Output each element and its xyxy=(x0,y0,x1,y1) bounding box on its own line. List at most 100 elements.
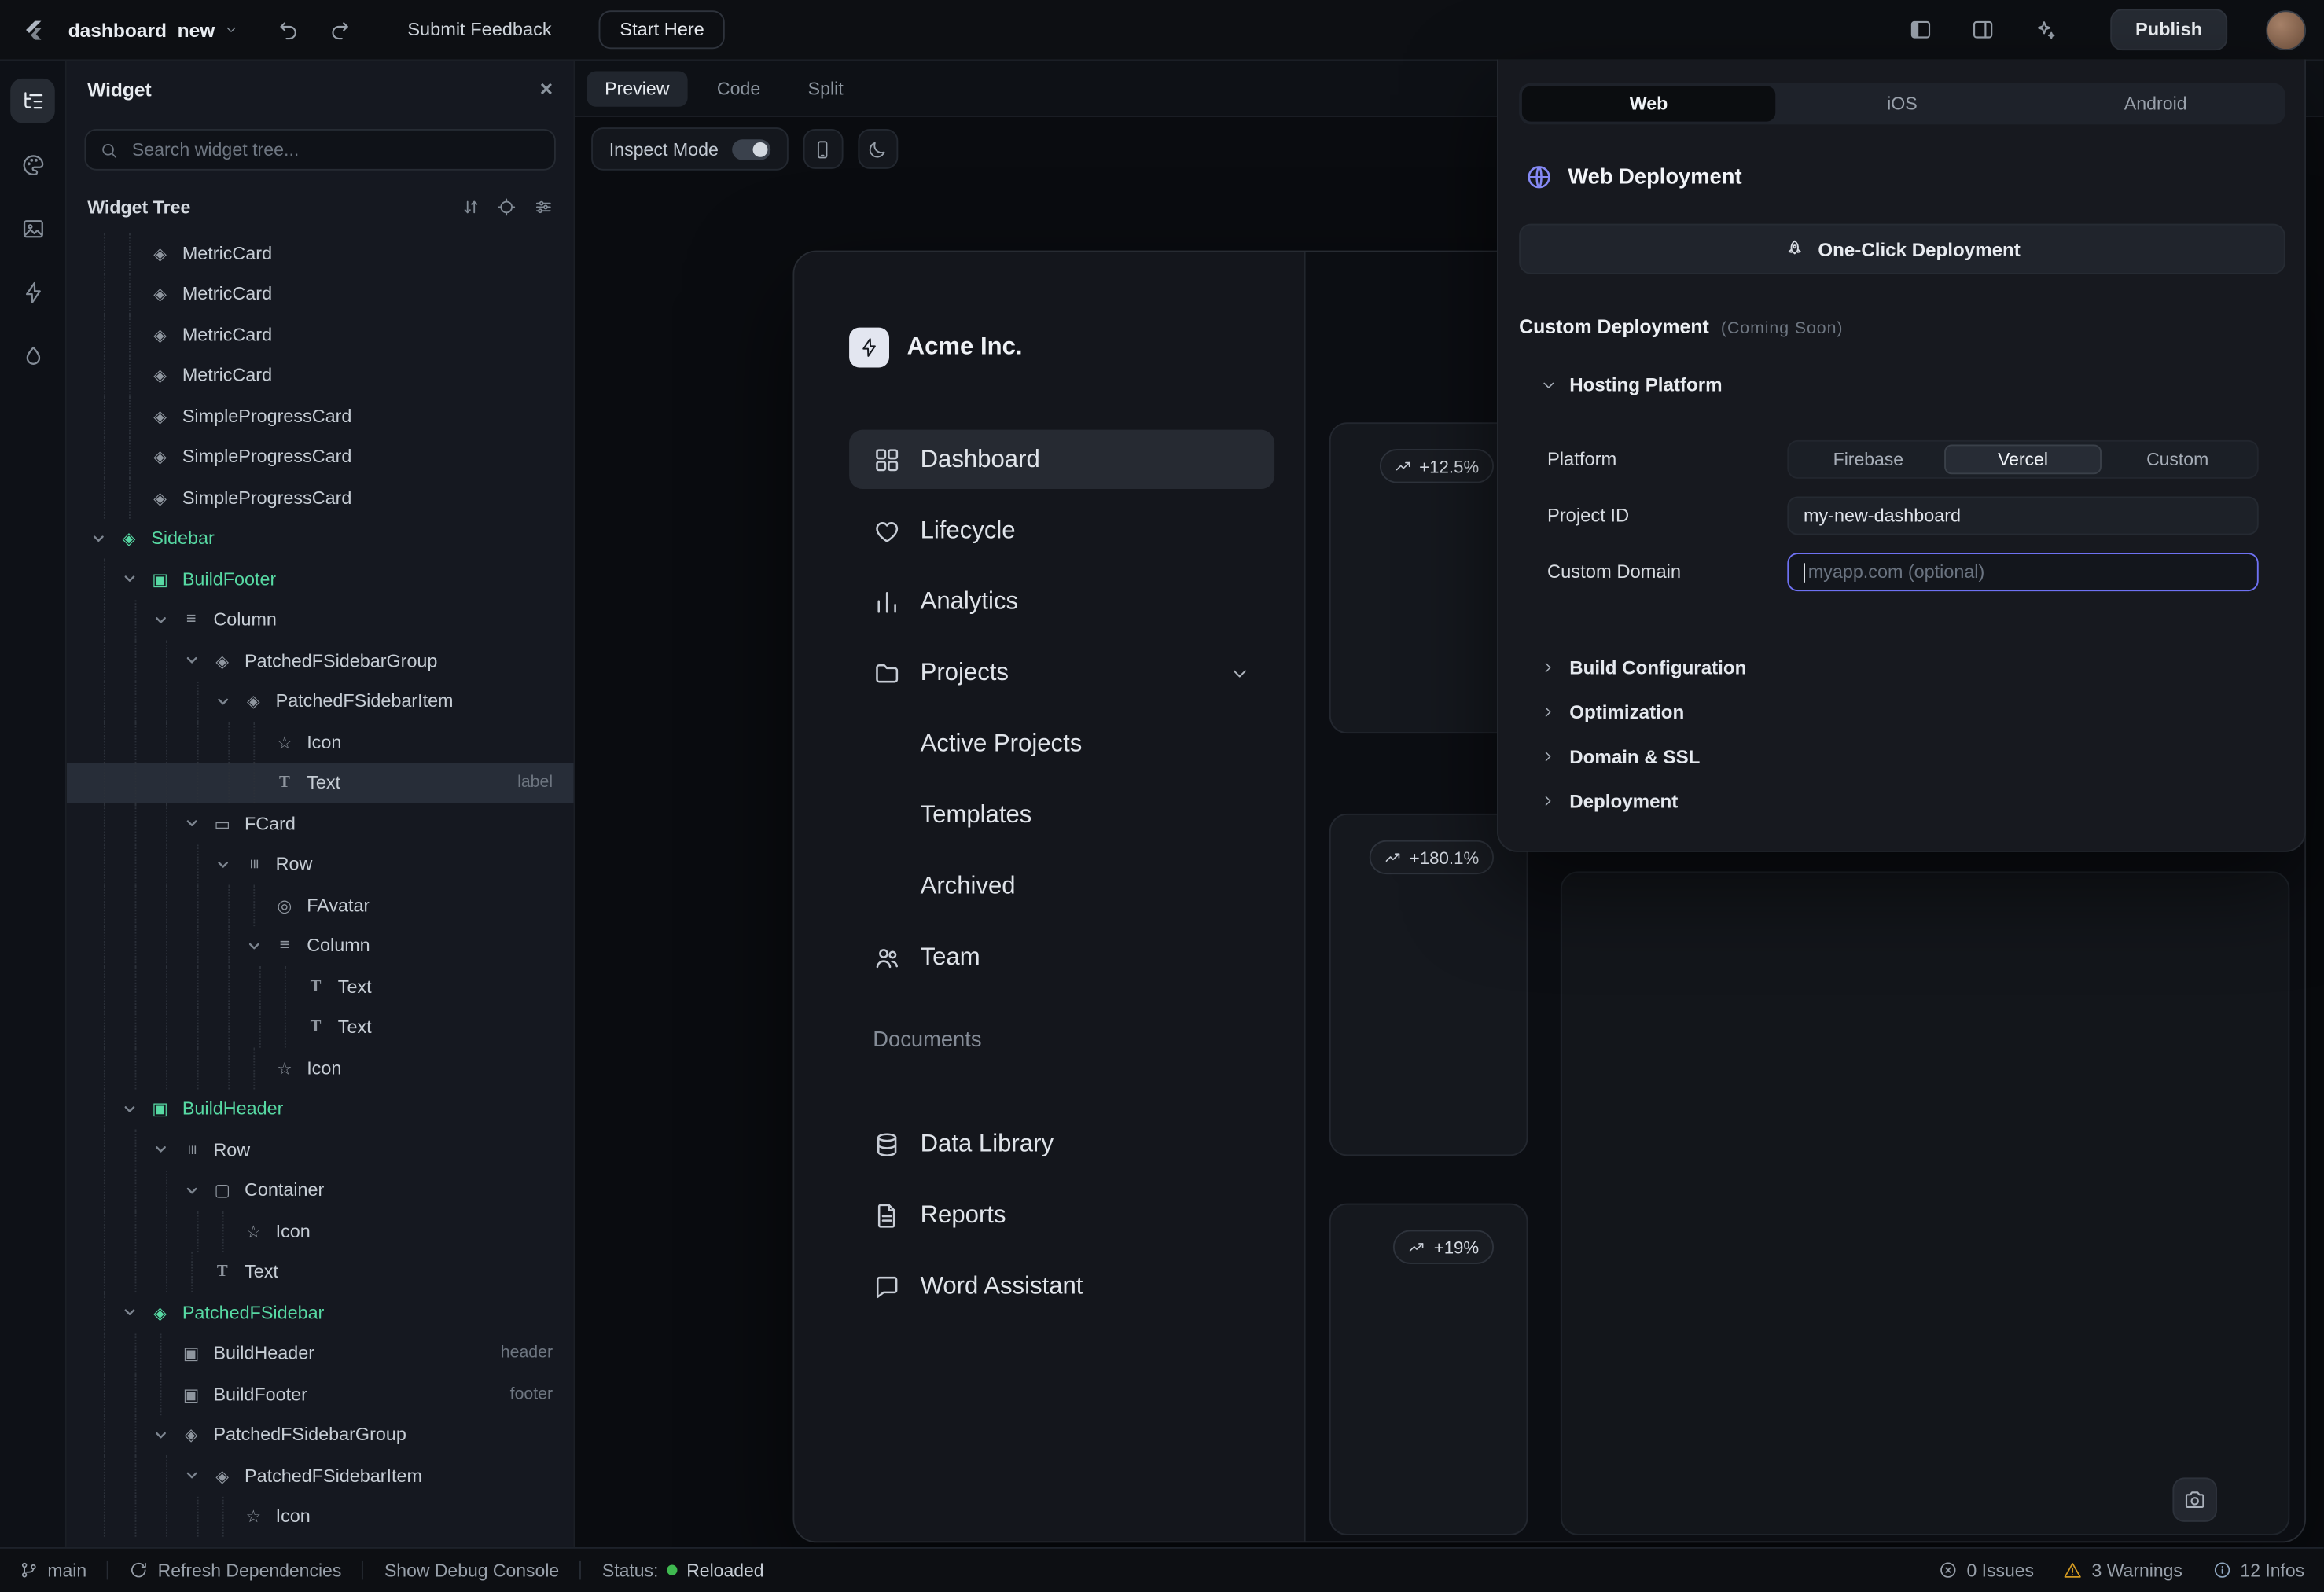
project-selector[interactable]: dashboard_new xyxy=(59,13,247,46)
tree-item-simpleprogresscard[interactable]: ◈SimpleProgressCard xyxy=(67,436,574,477)
tree-item-buildfooter[interactable]: ▣BuildFooterfooter xyxy=(67,1373,574,1414)
search-input[interactable] xyxy=(129,138,541,161)
publish-button[interactable]: Publish xyxy=(2110,9,2227,50)
rail-palette-button[interactable] xyxy=(10,142,55,187)
nav-item-word-assistant[interactable]: Word Assistant xyxy=(849,1256,1274,1315)
issues-counter[interactable]: 0 Issues xyxy=(1939,1560,2034,1580)
nav-item-reports[interactable]: Reports xyxy=(849,1186,1274,1245)
refresh-dependencies-button[interactable]: Refresh Dependencies xyxy=(130,1560,342,1580)
chevron-down-icon[interactable] xyxy=(184,640,211,681)
deploy-section-deployment[interactable]: Deployment xyxy=(1498,778,2304,823)
chevron-down-icon[interactable] xyxy=(215,844,241,885)
tree-item-text[interactable]: TText xyxy=(67,1007,574,1048)
tree-item-icon[interactable]: ☆Icon xyxy=(67,1496,574,1537)
tree-item-text[interactable]: TText xyxy=(67,966,574,1007)
tree-item-icon[interactable]: ☆Icon xyxy=(67,1211,574,1252)
target-icon[interactable] xyxy=(496,197,516,217)
chevron-down-icon[interactable] xyxy=(184,803,211,844)
custom-domain-input[interactable]: myapp.com (optional) xyxy=(1787,553,2258,591)
infos-counter[interactable]: 12 Infos xyxy=(2212,1560,2305,1580)
inspect-mode-toggle[interactable] xyxy=(732,138,770,159)
chevron-down-icon[interactable] xyxy=(90,518,117,559)
tree-item-patchedfsidebaritem[interactable]: ◈PatchedFSidebarItem xyxy=(67,1455,574,1496)
tree-item-row[interactable]: ≡Row xyxy=(67,844,574,885)
tree-item-row[interactable]: ≡Row xyxy=(67,1129,574,1170)
tree-item-fcard[interactable]: ▭FCard xyxy=(67,803,574,844)
one-click-deployment-button[interactable]: One-Click Deployment xyxy=(1519,224,2285,274)
nav-item-team[interactable]: Team xyxy=(849,928,1274,987)
nav-item-projects[interactable]: Projects xyxy=(849,643,1274,702)
deploy-section-build-configuration[interactable]: Build Configuration xyxy=(1498,645,2304,689)
nav-item-analytics[interactable]: Analytics xyxy=(849,572,1274,631)
platform-option-vercel[interactable]: Vercel xyxy=(1945,445,2102,475)
ai-sparkles-button[interactable] xyxy=(2024,9,2066,50)
nav-item-dashboard[interactable]: Dashboard xyxy=(849,430,1274,489)
platform-option-firebase[interactable]: Firebase xyxy=(1792,445,1945,475)
chevron-down-icon[interactable] xyxy=(122,1292,149,1333)
warnings-counter[interactable]: 3 Warnings xyxy=(2064,1560,2182,1580)
tree-item-simpleprogresscard[interactable]: ◈SimpleProgressCard xyxy=(67,395,574,436)
tree-item-text[interactable]: TText xyxy=(67,1252,574,1292)
deploy-tab-ios[interactable]: iOS xyxy=(1775,86,2028,121)
nav-item-archived[interactable]: Archived xyxy=(849,857,1274,916)
chevron-down-icon[interactable] xyxy=(153,599,179,640)
user-avatar[interactable] xyxy=(2266,9,2306,50)
tree-item-favatar[interactable]: ◎FAvatar xyxy=(67,884,574,925)
tab-preview[interactable]: Preview xyxy=(587,71,687,106)
tree-item-sidebar[interactable]: ◈Sidebar xyxy=(67,518,574,559)
tree-item-metriccard[interactable]: ◈MetricCard xyxy=(67,314,574,355)
tree-item-metriccard[interactable]: ◈MetricCard xyxy=(67,355,574,395)
tree-item-icon[interactable]: ☆Icon xyxy=(67,1048,574,1089)
dark-mode-button[interactable] xyxy=(858,129,898,169)
chevron-down-icon[interactable] xyxy=(184,1455,211,1496)
hosting-platform-section[interactable]: Hosting Platform xyxy=(1540,373,2305,395)
chevron-down-icon[interactable] xyxy=(122,1089,149,1130)
sliders-icon[interactable] xyxy=(533,197,553,217)
chevron-down-icon[interactable] xyxy=(153,1129,179,1170)
undo-button[interactable] xyxy=(268,9,310,50)
tab-split[interactable]: Split xyxy=(790,71,861,106)
redo-button[interactable] xyxy=(318,9,360,50)
nav-item-active-projects[interactable]: Active Projects xyxy=(849,715,1274,774)
panel-left-button[interactable] xyxy=(1899,9,1941,50)
tree-item-column[interactable]: ≡Column xyxy=(67,599,574,640)
tree-item-buildheader[interactable]: ▣BuildHeader xyxy=(67,1089,574,1130)
nav-item-lifecycle[interactable]: Lifecycle xyxy=(849,501,1274,560)
start-here-button[interactable]: Start Here xyxy=(599,10,725,49)
rail-zap-button[interactable] xyxy=(10,270,55,314)
close-icon[interactable]: × xyxy=(540,78,553,100)
tree-item-patchedfsidebargroup[interactable]: ◈PatchedFSidebarGroup xyxy=(67,640,574,681)
git-branch-indicator[interactable]: main xyxy=(20,1560,87,1580)
tree-item-patchedfsidebar[interactable]: ◈PatchedFSidebar xyxy=(67,1292,574,1333)
sort-icon[interactable] xyxy=(460,197,480,217)
deploy-section-domain-ssl[interactable]: Domain & SSL xyxy=(1498,733,2304,778)
chevron-down-icon[interactable] xyxy=(215,681,241,722)
tree-item-text[interactable]: TTextlabel xyxy=(67,763,574,803)
tree-item-column[interactable]: ≡Column xyxy=(67,925,574,966)
submit-feedback-button[interactable]: Submit Feedback xyxy=(392,10,566,49)
platform-option-custom[interactable]: Custom xyxy=(2101,445,2254,475)
project-id-input[interactable]: my-new-dashboard xyxy=(1787,496,2258,535)
chevron-down-icon[interactable] xyxy=(122,559,149,600)
tree-item-buildfooter[interactable]: ▣BuildFooter xyxy=(67,559,574,600)
tree-item-buildheader[interactable]: ▣BuildHeaderheader xyxy=(67,1333,574,1374)
tree-item-icon[interactable]: ☆Icon xyxy=(67,722,574,763)
chevron-down-icon[interactable] xyxy=(246,925,273,966)
rail-image-button[interactable] xyxy=(10,206,55,251)
nav-item-data-library[interactable]: Data Library xyxy=(849,1115,1274,1174)
nav-item-templates[interactable]: Templates xyxy=(849,785,1274,844)
chevron-down-icon[interactable] xyxy=(184,1170,211,1211)
rail-droplet-button[interactable] xyxy=(10,333,55,378)
tree-item-metriccard[interactable]: ◈MetricCard xyxy=(67,233,574,274)
deploy-section-optimization[interactable]: Optimization xyxy=(1498,689,2304,734)
deploy-tab-web[interactable]: Web xyxy=(1522,86,1775,121)
tree-item-patchedfsidebargroup[interactable]: ◈PatchedFSidebarGroup xyxy=(67,1414,574,1455)
tree-item-container[interactable]: ▢Container xyxy=(67,1170,574,1211)
widget-search[interactable] xyxy=(84,129,555,171)
device-preview-button[interactable] xyxy=(803,129,843,169)
screenshot-button[interactable] xyxy=(2172,1477,2217,1522)
show-debug-console-button[interactable]: Show Debug Console xyxy=(384,1560,559,1580)
tree-item-simpleprogresscard[interactable]: ◈SimpleProgressCard xyxy=(67,477,574,518)
tree-item-metriccard[interactable]: ◈MetricCard xyxy=(67,274,574,314)
chevron-down-icon[interactable] xyxy=(153,1414,179,1455)
